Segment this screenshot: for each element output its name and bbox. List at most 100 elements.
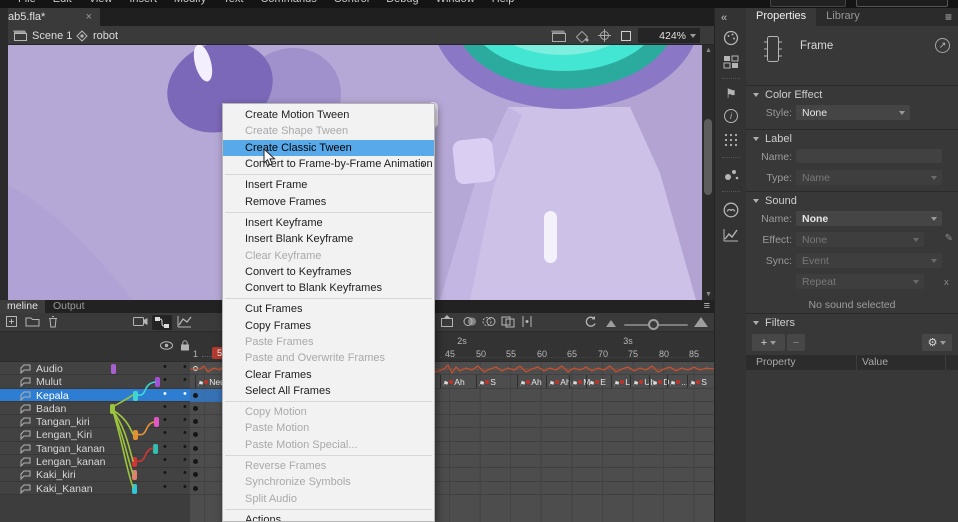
frame-label-keyframe[interactable]: S [687,375,707,388]
flag-panel-icon[interactable]: ⚑ [725,89,737,99]
menubar-item[interactable]: Window [436,0,475,5]
context-menu-item[interactable]: Convert to Keyframes [223,264,434,280]
lock-column-icon[interactable] [180,340,190,351]
collapse-panels-icon[interactable]: « [721,12,727,24]
swatches-icon[interactable] [723,55,739,68]
layer-parent-pill[interactable] [111,364,116,374]
context-menu-item[interactable]: Cut Frames [223,301,434,317]
layer-row-header[interactable]: Tangan_kiri [0,415,190,428]
timeline-zoom-in-icon[interactable] [694,316,708,327]
menubar-item[interactable]: Insert [129,0,157,5]
breadcrumb-scene[interactable]: Scene 1 [14,26,72,45]
remove-filter-button[interactable]: − [787,334,805,351]
filters-header[interactable]: Filters [746,314,958,331]
breadcrumb-symbol[interactable]: robot [76,26,118,45]
edit-envelope-icon[interactable]: ✎ [945,233,953,244]
menubar-item[interactable]: Help [492,0,515,5]
timeline-panel-menu-icon[interactable]: ≡ [704,300,710,312]
layer-parent-pill[interactable] [110,404,115,414]
close-icon[interactable]: × [86,11,92,23]
context-menu-item[interactable]: Insert Frame [223,177,434,193]
sound-header[interactable]: Sound [746,192,958,209]
visibility-column-icon[interactable] [160,341,173,350]
chart-panel-icon[interactable] [723,228,739,242]
clip-content-icon[interactable] [620,30,632,42]
context-menu-item[interactable]: Paste Motion [223,420,434,436]
context-menu-item[interactable]: Create Classic Tween [223,140,434,156]
context-menu-item[interactable]: Convert to Blank Keyframes [223,280,434,296]
keyframe-dot[interactable] [193,486,198,491]
context-menu-item[interactable]: Convert to Frame-by-Frame Animation [223,156,434,172]
keyframe-dot[interactable] [193,366,198,371]
stage-zoom-select[interactable]: 424% [638,28,700,43]
paint-fill-icon[interactable] [575,30,589,42]
context-menu-item[interactable]: Paste Frames [223,334,434,350]
particles-icon[interactable] [724,168,739,181]
modify-markers-icon[interactable] [520,315,534,328]
layer-parent-pill[interactable] [155,377,160,387]
sound-repeat-dropdown[interactable]: Repeat [796,274,924,289]
context-menu-item[interactable]: Copy Motion [223,404,434,420]
layer-visibility-dot[interactable] [161,402,171,415]
context-menu-item[interactable]: Insert Blank Keyframe [223,231,434,247]
scroll-down-icon[interactable]: ▼ [705,291,712,298]
frame-label-keyframe[interactable]: Ah [546,375,571,388]
workspace-switcher[interactable] [770,0,846,7]
context-menu-item[interactable]: Paste Motion Special... [223,437,434,453]
context-menu-item[interactable]: Create Shape Tween [223,123,434,139]
layer-row-header[interactable]: Audio [0,362,190,375]
color-palette-icon[interactable] [723,30,739,45]
context-menu-item[interactable]: Actions [223,512,434,522]
layer-row-header[interactable]: Kaki_Kanan [0,482,190,495]
context-menu-item[interactable]: Clear Frames [223,366,434,382]
layer-row-header[interactable]: Mulut [0,375,190,388]
menubar-item[interactable]: Text [223,0,243,5]
keyframe-dot[interactable] [193,472,198,477]
tab-properties[interactable]: Properties [746,8,816,26]
context-menu-item[interactable]: Copy Frames [223,318,434,334]
frame-label-keyframe[interactable]: ... [667,375,688,388]
context-menu-item[interactable]: Reverse Frames [223,458,434,474]
quick-help-icon[interactable]: ↗ [935,38,950,53]
layer-parent-pill[interactable] [133,430,138,440]
layer-parent-pill[interactable] [153,444,158,454]
context-menu-item[interactable]: Clear Keyframe [223,247,434,263]
sound-effect-dropdown[interactable]: None [796,232,924,247]
context-menu-item[interactable]: Insert Keyframe [223,215,434,231]
keyframe-dot[interactable] [193,406,198,411]
frame-label-keyframe[interactable]: Ah [440,375,465,388]
layer-row-header[interactable]: Lengan_Kiri [0,428,190,441]
edit-multiple-frames-icon[interactable] [501,315,515,328]
layer-parent-pill[interactable] [132,470,137,480]
search-input[interactable] [856,0,948,7]
creative-cloud-icon[interactable] [723,202,739,218]
delete-layer-icon[interactable] [47,315,59,328]
layer-depth-graph-icon[interactable] [177,315,192,328]
context-menu-item[interactable]: Select All Frames [223,383,434,399]
context-menu-item[interactable]: Split Audio [223,491,434,507]
layer-visibility-dot[interactable] [161,362,171,375]
tab-library[interactable]: Library [816,8,870,26]
reset-timeline-zoom-icon[interactable] [584,315,597,328]
menubar-item[interactable]: Control [334,0,369,5]
onion-skin-icon[interactable] [463,315,477,328]
layer-row-header[interactable]: Kepala [0,389,190,402]
context-menu-item[interactable]: Remove Frames [223,193,434,209]
layer-visibility-dot[interactable] [161,482,171,495]
label-header[interactable]: Label [746,130,958,147]
style-dropdown[interactable]: None [796,105,910,120]
layer-visibility-dot[interactable] [161,455,171,468]
scrollbar-thumb[interactable] [704,119,712,195]
layer-parenting-toggle[interactable] [152,315,172,330]
onion-skin-outlines-icon[interactable] [482,315,496,328]
panel-menu-icon[interactable]: ≡ [945,10,952,24]
label-type-dropdown[interactable]: Name [796,170,942,185]
layer-visibility-dot[interactable] [161,415,171,428]
new-layer-icon[interactable] [5,315,19,328]
new-folder-icon[interactable] [25,315,40,327]
menubar-item[interactable]: File [18,0,36,5]
menubar-item[interactable]: Edit [53,0,72,5]
document-tab[interactable]: ab5.fla* × [0,8,100,26]
keyframe-dot[interactable] [193,446,198,451]
tab-output[interactable]: Output [46,300,92,313]
